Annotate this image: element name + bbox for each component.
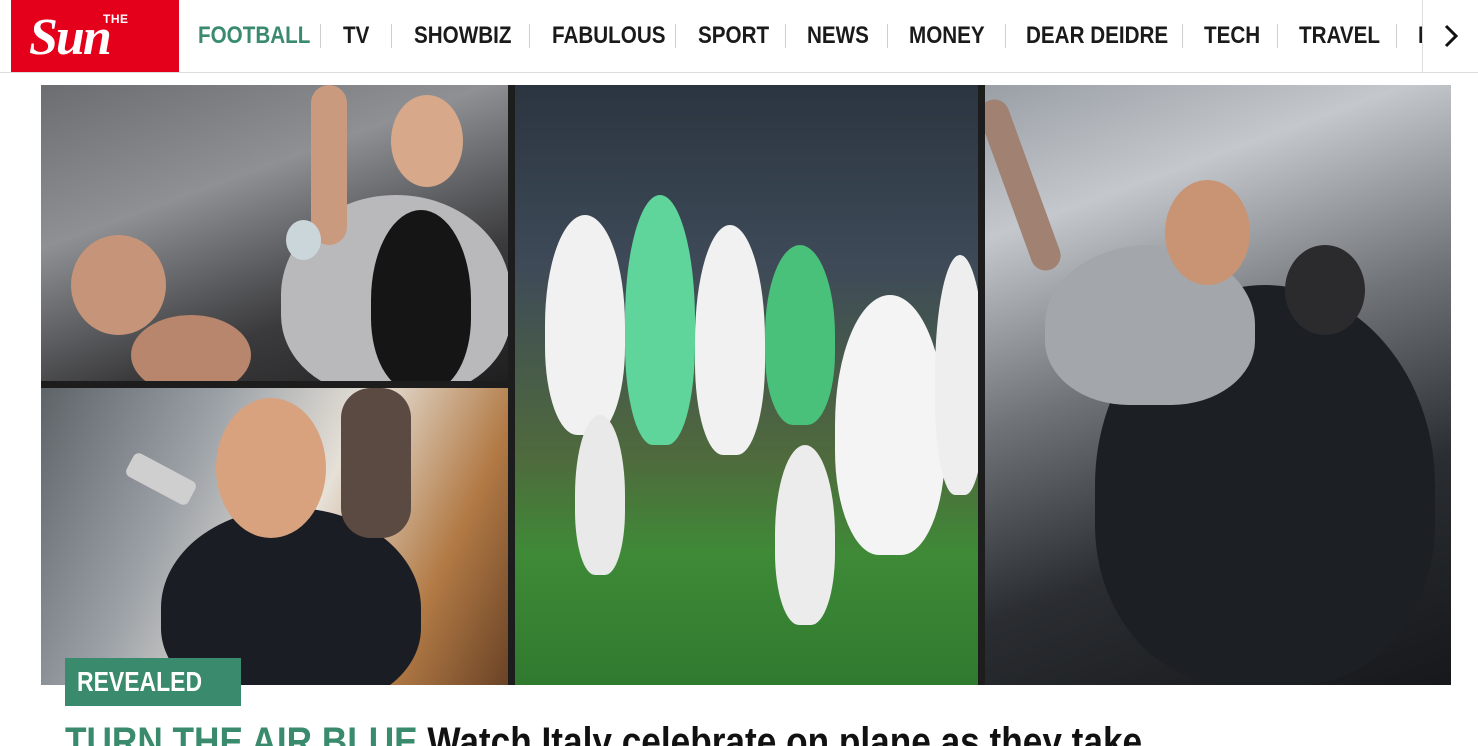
headline-title: Watch Italy celebrate on plane as they t… — [427, 720, 1143, 746]
nav-scroll-right-button[interactable] — [1422, 0, 1478, 72]
revealed-tag-label: REVEALED — [77, 666, 203, 697]
nav-item-news[interactable]: NEWS — [807, 22, 869, 50]
section-nav: FOOTBALL TV SHOWBIZ FABULOUS SPORT NEWS … — [179, 0, 1437, 72]
nav-item-tv[interactable]: TV — [343, 22, 369, 50]
players-celebrating-on-plane-image — [41, 85, 508, 381]
nav-item-sport[interactable]: SPORT — [698, 22, 769, 50]
nav-item-dear-deidre[interactable]: DEAR DEIDRE — [1026, 22, 1168, 50]
article-headline[interactable]: TURN THE AIR BLUE Watch Italy celebrate … — [65, 712, 1465, 746]
nav-item-money[interactable]: MONEY — [909, 22, 985, 50]
nav-item-football[interactable]: FOOTBALL — [198, 22, 310, 50]
nav-item-travel[interactable]: TRAVEL — [1299, 22, 1380, 50]
top-navigation: Sun THE FOOTBALL TV SHOWBIZ FABULOUS SPO… — [0, 0, 1478, 73]
revealed-tag: REVEALED — [65, 658, 242, 706]
player-singing-on-plane-image — [985, 85, 1451, 685]
hero-image-collage[interactable] — [41, 85, 1451, 685]
logo-wordmark: Sun — [29, 9, 112, 66]
logo-small-text: THE — [103, 12, 129, 26]
nav-item-tech[interactable]: TECH — [1204, 22, 1260, 50]
chevron-right-icon — [1444, 24, 1459, 48]
nav-item-showbiz[interactable]: SHOWBIZ — [414, 22, 511, 50]
the-sun-logo[interactable]: Sun THE — [11, 0, 179, 72]
player-shouting-into-intercom-image — [41, 388, 508, 685]
headline-kicker: TURN THE AIR BLUE — [65, 720, 418, 746]
team-celebrating-on-pitch-image — [515, 85, 978, 685]
nav-item-fabulous[interactable]: FABULOUS — [552, 22, 666, 50]
